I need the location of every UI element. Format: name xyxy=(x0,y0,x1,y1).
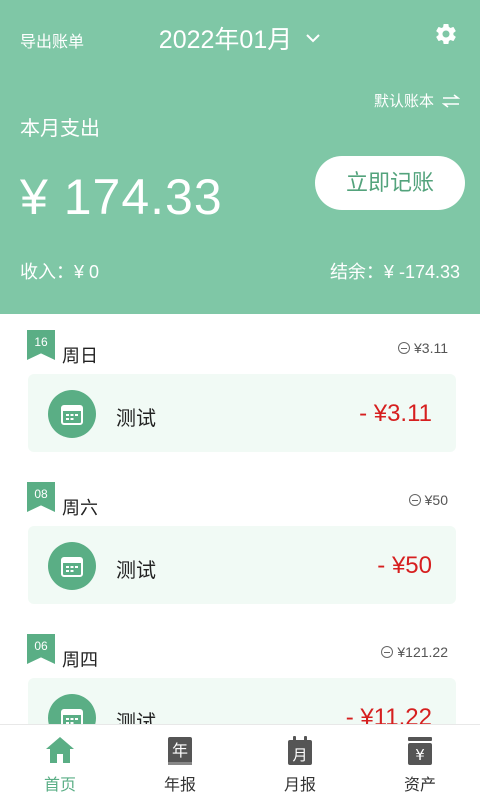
entry-name: 测试 xyxy=(116,712,156,724)
day-total: ¥121.22 xyxy=(381,644,448,660)
weekday-label: 周四 xyxy=(62,650,98,670)
tab-label: 月报 xyxy=(283,777,316,794)
weekday-label: 周日 xyxy=(62,346,98,366)
date-flag: 06 xyxy=(27,634,55,664)
assets-icon: ¥ xyxy=(408,737,432,765)
month-expense-label: 本月支出 xyxy=(20,118,100,140)
calendar-icon xyxy=(61,709,83,724)
balance-summary: 结余：¥ -174.33 xyxy=(329,262,460,282)
chevron-down-icon xyxy=(306,34,320,43)
tab-label: 年报 xyxy=(163,777,196,794)
calendar-icon xyxy=(61,405,83,425)
record-now-button[interactable]: 立即记账 xyxy=(315,156,465,210)
minus-circle-icon xyxy=(398,342,410,354)
svg-text:¥: ¥ xyxy=(415,746,425,764)
month-value: 2022年01月 xyxy=(158,26,293,54)
bottom-tab-bar: 首页 年 年报 月 月报 ¥ 资产 xyxy=(0,724,480,800)
minus-circle-icon xyxy=(408,494,421,506)
category-icon-badge xyxy=(48,694,96,724)
summary-header: 导出账单 2022年01月 默认账本 本月支出 ¥ 174.33 立即记账 收入… xyxy=(0,0,480,314)
list-item[interactable]: 测试 - ¥11.22 xyxy=(28,678,456,724)
home-icon xyxy=(46,737,74,763)
date-flag: 16 xyxy=(27,330,55,360)
day-header: 16 周日 ¥3.11 xyxy=(0,330,480,370)
month-picker[interactable]: 2022年01月 xyxy=(0,20,480,56)
day-total-value: ¥121.22 xyxy=(397,644,448,660)
book-switcher[interactable]: 默认账本 xyxy=(374,90,460,111)
day-group: 08 周六 ¥50 测试 - ¥50 xyxy=(0,482,480,604)
tab-month-report[interactable]: 月 月报 xyxy=(240,725,360,800)
svg-text:月: 月 xyxy=(292,746,307,764)
day-group: 16 周日 ¥3.11 测试 - ¥3.11 xyxy=(0,330,480,452)
entry-name: 测试 xyxy=(116,560,156,582)
entry-amount: - ¥11.22 xyxy=(345,704,432,724)
category-icon-badge xyxy=(48,542,96,590)
minus-circle-icon xyxy=(381,646,394,658)
category-icon-badge xyxy=(48,390,96,438)
day-total-value: ¥50 xyxy=(424,492,448,508)
day-total: ¥50 xyxy=(408,492,448,508)
swap-icon xyxy=(442,93,460,108)
year-report-icon: 年 xyxy=(168,737,192,765)
month-report-icon: 月 xyxy=(288,736,312,765)
tab-home[interactable]: 首页 xyxy=(0,725,120,800)
tab-label: 首页 xyxy=(43,777,76,794)
entry-name: 测试 xyxy=(116,408,156,430)
entry-amount: - ¥3.11 xyxy=(359,400,432,427)
book-name: 默认账本 xyxy=(373,93,434,110)
transaction-list[interactable]: 16 周日 ¥3.11 测试 - ¥3.11 08 周六 ¥50 测试 - ¥5… xyxy=(0,314,480,724)
month-expense-amount: ¥ 174.33 xyxy=(20,169,223,225)
tab-assets[interactable]: ¥ 资产 xyxy=(360,725,480,800)
date-flag: 08 xyxy=(27,482,55,512)
gear-icon[interactable] xyxy=(434,22,458,46)
list-item[interactable]: 测试 - ¥3.11 xyxy=(28,374,456,452)
day-header: 08 周六 ¥50 xyxy=(0,482,480,522)
day-total: ¥3.11 xyxy=(398,340,448,356)
tab-label: 资产 xyxy=(403,777,436,794)
day-group: 06 周四 ¥121.22 测试 - ¥11.22 xyxy=(0,634,480,724)
entry-amount: - ¥50 xyxy=(377,552,432,579)
income-summary: 收入：¥ 0 xyxy=(20,262,100,282)
list-item[interactable]: 测试 - ¥50 xyxy=(28,526,456,604)
day-header: 06 周四 ¥121.22 xyxy=(0,634,480,674)
weekday-label: 周六 xyxy=(62,498,98,518)
calendar-icon xyxy=(61,557,83,577)
day-total-value: ¥3.11 xyxy=(414,340,448,356)
tab-year-report[interactable]: 年 年报 xyxy=(120,725,240,800)
svg-text:年: 年 xyxy=(172,741,188,760)
